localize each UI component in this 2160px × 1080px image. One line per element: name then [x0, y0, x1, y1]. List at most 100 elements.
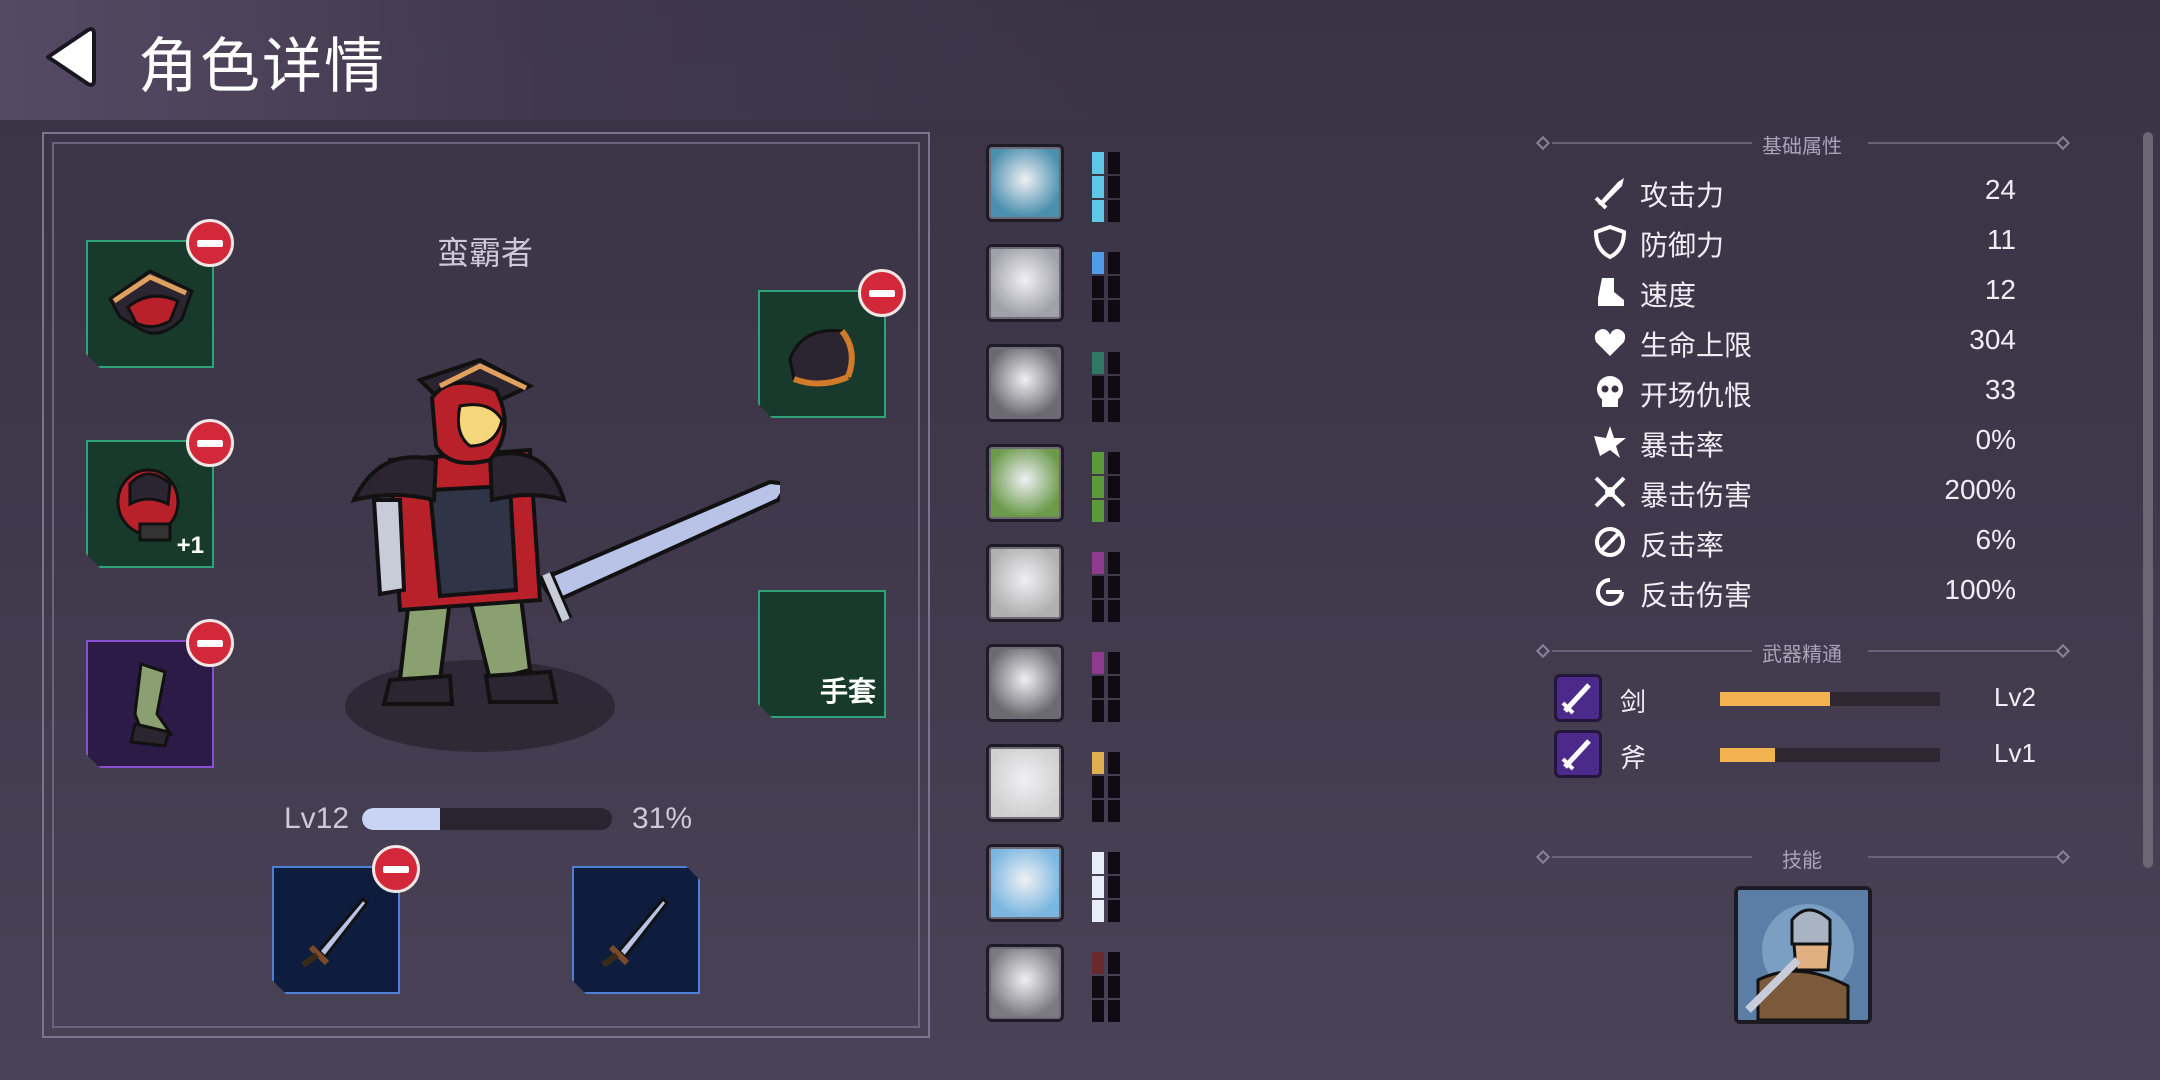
stat-row: 开场仇恨 33 [1590, 372, 2020, 412]
stat-row: 速度 12 [1590, 272, 2020, 312]
trait-pip [1092, 452, 1104, 474]
section-left-diamond [1535, 643, 1551, 659]
shoulder-remove-button[interactable] [858, 269, 906, 317]
beast-trait-icon[interactable] [986, 944, 1064, 1022]
trait-pip [1108, 476, 1120, 498]
trait-list [986, 144, 1126, 1044]
trait-pip [1108, 276, 1120, 298]
gloves-slot-label: 手套 [819, 676, 876, 707]
trait-pip [1108, 976, 1120, 998]
heart-icon [1594, 329, 1626, 356]
section-left-diamond [1535, 135, 1551, 151]
trait-pip [1092, 752, 1104, 774]
trait-pip [1108, 152, 1120, 174]
body-remove-button[interactable] [186, 419, 234, 467]
trait-pip [1108, 600, 1120, 622]
trait-pip [1108, 800, 1120, 822]
trait-pip [1108, 176, 1120, 198]
boots-remove-button[interactable] [186, 619, 234, 667]
trait-pip [1092, 500, 1104, 522]
trait-pip [1092, 976, 1104, 998]
weapon-1-remove-button[interactable] [372, 845, 420, 893]
weapon-mastery-row: 斧 Lv1 [1554, 730, 2054, 780]
weapon-slot-2[interactable] [572, 866, 700, 994]
section-divider [1868, 650, 2058, 652]
trait-pip [1092, 300, 1104, 322]
skills-title: 技能 [1782, 850, 1822, 872]
scream-trait-icon[interactable] [986, 544, 1064, 622]
stat-row: 反击伤害 100% [1590, 572, 2020, 612]
trait-pip [1108, 200, 1120, 222]
counter-damage-icon [1596, 578, 1624, 606]
trait-pip [1092, 376, 1104, 398]
viking-trait-icon[interactable] [986, 444, 1064, 522]
back-button[interactable] [40, 22, 100, 92]
trait-pip [1108, 352, 1120, 374]
weapon-mastery-level: Lv1 [1994, 738, 2036, 768]
back-arrow-icon [46, 27, 96, 87]
boot-icon [1598, 278, 1624, 306]
trait-pip [1108, 400, 1120, 422]
page-title: 角色详情 [138, 33, 386, 100]
stat-value: 6% [1975, 524, 2016, 555]
section-divider [1552, 856, 1752, 858]
weapon-mastery-bar [1720, 748, 1940, 762]
section-divider [1868, 856, 2058, 858]
counter-icon [1595, 527, 1625, 557]
xp-progress-bar [362, 808, 612, 830]
trait-pip [1092, 576, 1104, 598]
stat-value: 33 [1984, 374, 2016, 405]
trait-pip [1092, 676, 1104, 698]
skull-icon [1597, 376, 1623, 407]
wings-trait-icon[interactable] [986, 844, 1064, 922]
shield-trait-icon[interactable] [986, 344, 1064, 422]
trait-pip [1092, 700, 1104, 722]
stat-value: 12 [1984, 274, 2016, 305]
hand-trait-icon[interactable] [986, 744, 1064, 822]
stat-label: 开场仇恨 [1640, 380, 1753, 411]
trait-pip [1108, 552, 1120, 574]
section-divider [1868, 142, 2058, 144]
scrollbar[interactable] [2143, 132, 2153, 868]
weapon-mastery-bar [1720, 692, 1940, 706]
stat-row: 生命上限 304 [1590, 322, 2020, 362]
character-level: Lv12 [284, 802, 350, 835]
weapon-mastery-row: 剑 Lv2 [1554, 674, 2054, 724]
trait-pip [1092, 952, 1104, 974]
section-left-diamond [1535, 849, 1551, 865]
weapon-mastery-label: 剑 [1620, 687, 1647, 717]
stat-row: 攻击力 24 [1590, 172, 2020, 212]
trait-pip [1108, 300, 1120, 322]
stat-label: 速度 [1640, 280, 1697, 311]
trait-pip [1092, 776, 1104, 798]
stat-value: 200% [1944, 474, 2016, 505]
skill-slot[interactable] [1734, 886, 1872, 1024]
stat-value: 100% [1944, 574, 2016, 605]
weapon-mastery-label: 斧 [1620, 743, 1647, 773]
trait-pip [1108, 900, 1120, 922]
sword-item-icon [574, 868, 698, 992]
helmet-remove-button[interactable] [186, 219, 234, 267]
weapon-mastery-fill [1720, 692, 1830, 706]
stat-row: 反击率 6% [1590, 522, 2020, 562]
stat-value: 24 [1984, 174, 2016, 205]
crit-icon [1594, 426, 1626, 458]
trait-pip [1108, 1000, 1120, 1022]
hooded-trait-icon[interactable] [986, 644, 1064, 722]
trait-pip [1092, 600, 1104, 622]
basic-stats-title: 基础属性 [1762, 136, 1842, 158]
trait-pip [1108, 752, 1120, 774]
trait-pip [1108, 576, 1120, 598]
section-right-diamond [2055, 849, 2071, 865]
section-right-diamond [2055, 135, 2071, 151]
shield-icon [1593, 224, 1627, 260]
xp-progress-fill [362, 808, 440, 830]
stat-label: 暴击率 [1640, 430, 1725, 461]
barbarian-trait-icon[interactable] [986, 144, 1064, 222]
trait-pip [1092, 176, 1104, 198]
trait-pip [1092, 400, 1104, 422]
armor-trait-icon[interactable] [986, 244, 1064, 322]
trait-pip [1092, 900, 1104, 922]
stat-value: 304 [1969, 324, 2016, 355]
trait-pip [1108, 952, 1120, 974]
